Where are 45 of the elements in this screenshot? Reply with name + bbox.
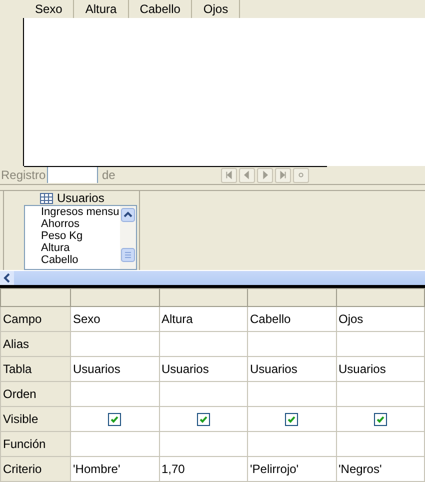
nav-button[interactable] [257, 168, 273, 182]
horizontal-scrollbar[interactable] [0, 270, 425, 285]
field-item[interactable]: Ingresos mensu [41, 206, 120, 218]
table-title: Usuarios [57, 191, 104, 205]
record-label: Registro [0, 168, 47, 182]
nav-button[interactable] [275, 168, 291, 182]
visible-checkbox[interactable] [285, 413, 298, 426]
row-label: Visible [0, 406, 70, 432]
scroll-thumb-icon[interactable] [121, 248, 135, 262]
row-label: Tabla [0, 356, 70, 382]
grid-cell[interactable]: 'Negros' [336, 456, 424, 482]
nav-button[interactable] [221, 168, 237, 182]
grid-cell[interactable]: 1,70 [159, 456, 248, 482]
visible-checkbox[interactable] [196, 413, 210, 426]
row-label: Criterio [0, 456, 70, 482]
skip-back-icon [223, 169, 235, 181]
row-label: Alias [0, 332, 70, 356]
nav-button[interactable] [239, 168, 255, 182]
grid-cell[interactable]: Ojos [336, 306, 424, 332]
field-item[interactable]: Cabello [41, 254, 120, 266]
of-label: de [101, 168, 116, 182]
scroll-left-icon[interactable] [3, 273, 11, 283]
grid-cell[interactable]: 'Pelirrojo' [248, 456, 336, 482]
row-label: Campo [0, 306, 70, 332]
row-label: Función [0, 432, 70, 456]
grid-cell[interactable]: Usuarios [248, 356, 336, 382]
grid-cell[interactable]: Usuarios [70, 356, 159, 382]
visible-checkbox[interactable] [108, 413, 122, 426]
grid-cell[interactable]: Cabello [248, 306, 336, 332]
field-item[interactable]: Altura [41, 242, 120, 254]
skip-forward-icon [277, 169, 289, 181]
grid-cell[interactable]: Usuarios [159, 356, 248, 382]
field-item[interactable]: Ahorros [41, 218, 120, 230]
row-label: Orden [0, 382, 70, 406]
nav-button[interactable] [293, 168, 309, 182]
grid-cell[interactable]: Usuarios [336, 356, 424, 382]
visible-checkbox[interactable] [374, 413, 387, 426]
grid-cell[interactable]: Sexo [70, 306, 159, 332]
grid-cell[interactable]: 'Hombre' [70, 456, 159, 482]
scroll-up-icon[interactable] [121, 208, 135, 222]
record-field[interactable] [47, 167, 98, 183]
grid-cell[interactable]: Altura [159, 306, 248, 332]
table-icon [40, 192, 53, 204]
field-list[interactable]: Ingresos mensu Ahorros Peso Kg Altura Cabello [24, 205, 137, 270]
field-item[interactable]: Peso Kg [41, 230, 120, 242]
